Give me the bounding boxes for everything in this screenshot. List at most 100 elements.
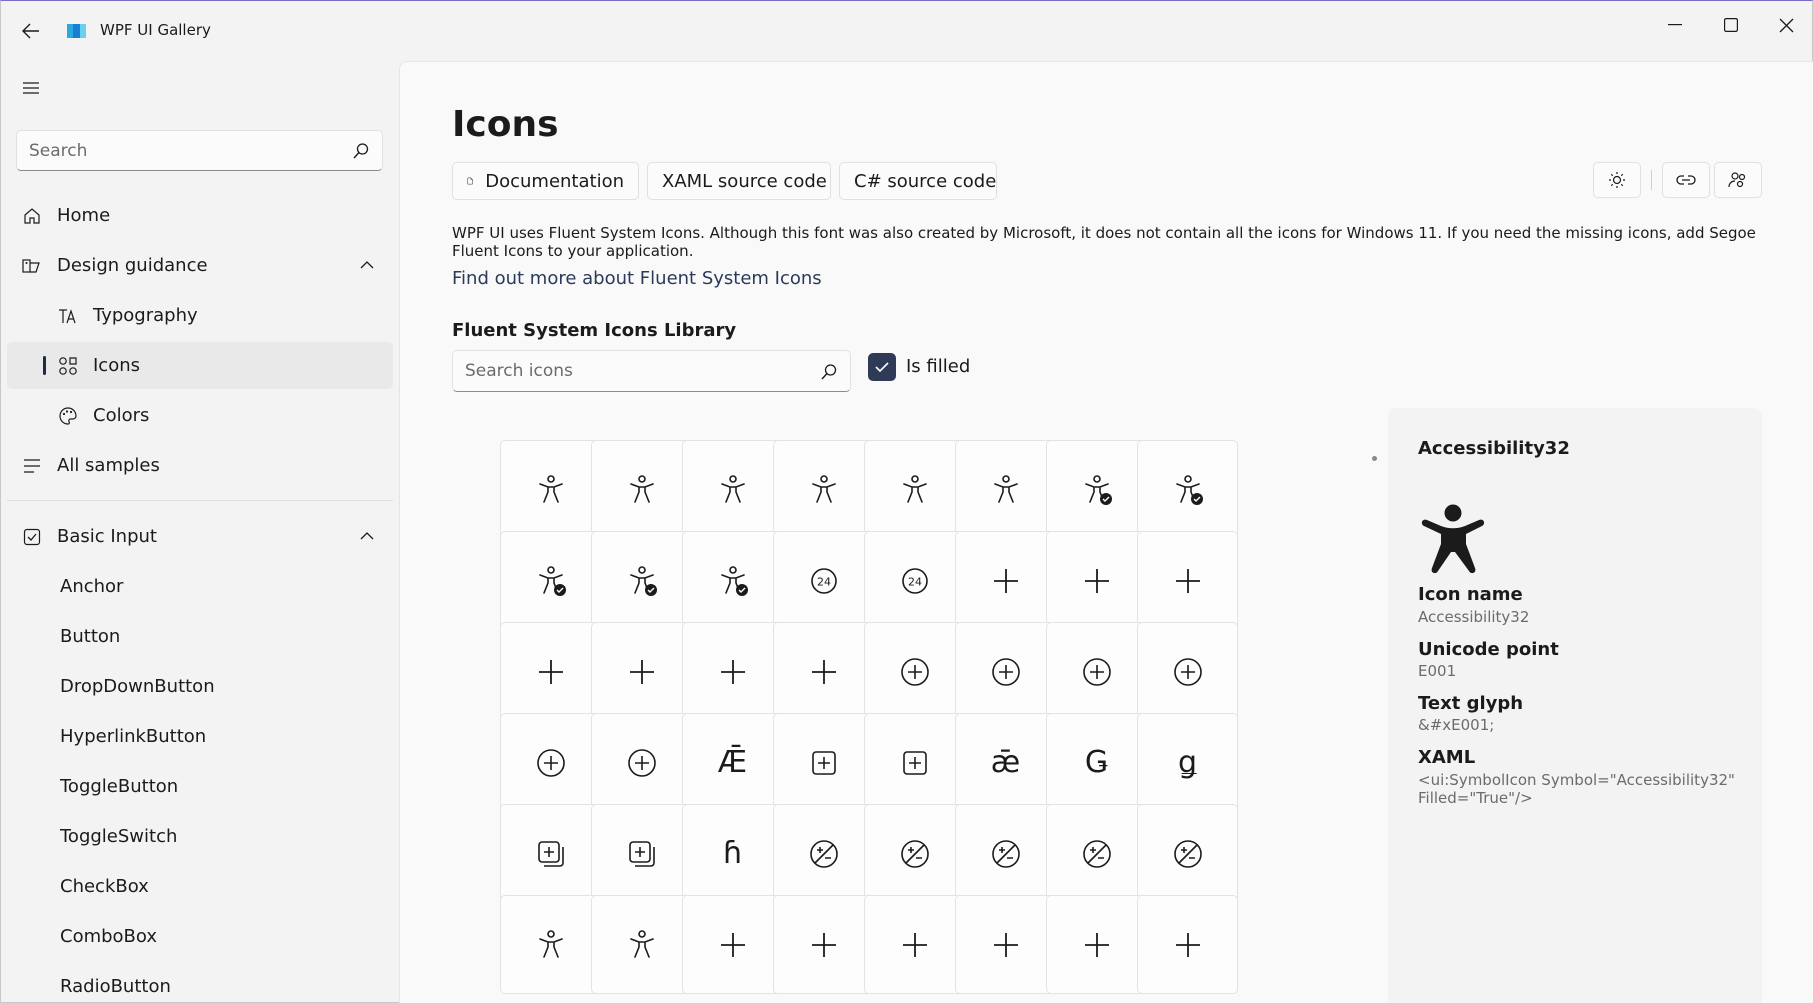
scrollbar-indicator[interactable]: [1372, 456, 1377, 461]
icon-grid-cell[interactable]: [500, 713, 601, 812]
icon-grid-cell[interactable]: [864, 804, 965, 903]
documentation-button[interactable]: Documentation: [452, 162, 639, 200]
icon-grid-cell[interactable]: [773, 622, 874, 721]
copy-link-button[interactable]: [1662, 162, 1710, 198]
icon-grid-cell[interactable]: [1137, 531, 1238, 630]
icon-grid-cell[interactable]: [1137, 895, 1238, 994]
icon-grid-cell[interactable]: [1046, 804, 1147, 903]
icon-search-box[interactable]: [452, 350, 851, 392]
icon-grid-cell[interactable]: [1046, 531, 1147, 630]
icon-grid-cell[interactable]: [1137, 622, 1238, 721]
theme-toggle-button[interactable]: [1593, 162, 1641, 198]
app-window: WPF UI Gallery Home Design guidance Typo…: [0, 0, 1813, 1003]
sidebar-item-hyperlinkbutton[interactable]: HyperlinkButton: [7, 713, 393, 760]
sidebar-item-togglebutton[interactable]: ToggleButton: [7, 763, 393, 810]
close-icon: [1779, 18, 1793, 32]
icon-grid-cell[interactable]: [500, 622, 601, 721]
feedback-button[interactable]: [1714, 162, 1762, 198]
icon-grid-cell[interactable]: ɦ: [682, 804, 783, 903]
arrow-left-icon: [22, 23, 39, 39]
icon-grid-cell[interactable]: [500, 804, 601, 903]
icon-grid-cell[interactable]: [864, 440, 965, 539]
maximize-button[interactable]: [1708, 9, 1754, 41]
sidebar-item-dropdownbutton[interactable]: DropDownButton: [7, 663, 393, 710]
hamburger-menu-button[interactable]: [19, 77, 43, 99]
sidebar-item-toggleswitch[interactable]: ToggleSwitch: [7, 813, 393, 860]
icon-grid-cell[interactable]: [955, 531, 1056, 630]
is-filled-checkbox[interactable]: [868, 353, 896, 381]
svg-text:24: 24: [817, 575, 831, 588]
sidebar-item-checkbox[interactable]: CheckBox: [7, 863, 393, 910]
sidebar-item-label: Anchor: [60, 576, 124, 597]
chevron-up-icon[interactable]: [359, 258, 375, 272]
24-hour-icon: 24: [810, 567, 837, 594]
icon-grid-cell[interactable]: [591, 895, 692, 994]
icon-grid-cell[interactable]: ǥ: [1137, 713, 1238, 812]
icon-grid-cell[interactable]: [1046, 440, 1147, 539]
chevron-up-icon[interactable]: [359, 529, 375, 543]
icon-grid-cell[interactable]: [864, 713, 965, 812]
sidebar-item-combobox[interactable]: ComboBox: [7, 913, 393, 960]
icon-grid-cell[interactable]: Ǣ: [682, 713, 783, 812]
icon-grid-cell[interactable]: [500, 531, 601, 630]
icon-grid-cell[interactable]: [682, 531, 783, 630]
csharp-source-button[interactable]: C# source code: [839, 162, 997, 200]
icon-grid-cell[interactable]: [1046, 895, 1147, 994]
search-icon[interactable]: [820, 363, 838, 381]
minimize-button[interactable]: [1652, 9, 1698, 41]
details-title: Accessibility32: [1418, 438, 1570, 459]
icon-grid-cell[interactable]: [773, 895, 874, 994]
icon-grid-cell[interactable]: [955, 440, 1056, 539]
icon-grid-cell[interactable]: [864, 895, 965, 994]
search-icon[interactable]: [352, 142, 370, 160]
accessibility-icon: [902, 474, 927, 503]
sidebar-item-colors[interactable]: Colors: [7, 392, 393, 439]
fluent-icons-link[interactable]: Find out more about Fluent System Icons: [452, 268, 822, 289]
sidebar-item-all-samples[interactable]: All samples: [7, 442, 393, 489]
icon-grid-cell[interactable]: [591, 713, 692, 812]
icon-grid-cell[interactable]: 24: [773, 531, 874, 630]
xaml-source-button[interactable]: XAML source code: [647, 162, 831, 200]
accessibility-icon: [993, 474, 1018, 503]
icon-grid-cell[interactable]: ǣ: [955, 713, 1056, 812]
sidebar-search-box[interactable]: [16, 130, 383, 171]
sidebar-item-radiobutton[interactable]: RadioButton: [7, 963, 393, 1003]
icon-grid-cell[interactable]: [773, 804, 874, 903]
icon-grid-cell[interactable]: [1137, 804, 1238, 903]
icon-grid-cell[interactable]: [955, 622, 1056, 721]
icon-search-input[interactable]: [465, 359, 795, 383]
sidebar-item-design-guidance[interactable]: Design guidance: [7, 242, 393, 289]
icon-grid-cell[interactable]: [591, 440, 692, 539]
icon-grid-cell[interactable]: [955, 804, 1056, 903]
sidebar-item-typography[interactable]: Typography: [7, 292, 393, 339]
icon-grid-cell[interactable]: Ǥ: [1046, 713, 1147, 812]
sidebar-search-input[interactable]: [29, 139, 329, 163]
icon-grid-cell[interactable]: [773, 713, 874, 812]
sidebar-item-icons[interactable]: Icons: [7, 342, 393, 389]
icon-grid-cell[interactable]: [955, 895, 1056, 994]
sidebar-item-home[interactable]: Home: [7, 192, 393, 239]
icon-grid-cell[interactable]: [1046, 622, 1147, 721]
icon-grid-cell[interactable]: [500, 440, 601, 539]
icon-grid-cell[interactable]: [591, 622, 692, 721]
sidebar-item-label: CheckBox: [60, 876, 149, 897]
maximize-icon: [1724, 18, 1738, 32]
close-button[interactable]: [1763, 9, 1809, 41]
back-button[interactable]: [19, 19, 43, 43]
icon-grid-cell[interactable]: [682, 440, 783, 539]
accessibility-icon: [538, 929, 563, 958]
icon-grid-cell[interactable]: [500, 895, 601, 994]
icon-grid-cell[interactable]: [773, 440, 874, 539]
icon-grid-cell[interactable]: [1137, 440, 1238, 539]
icon-grid-cell[interactable]: 24: [864, 531, 965, 630]
sidebar-item-basic-input[interactable]: Basic Input: [7, 513, 393, 560]
icon-grid: 24 24 Ǣǣ Ǥǥ ɦ: [500, 440, 1340, 1003]
icon-grid-cell[interactable]: [682, 622, 783, 721]
icon-grid-cell[interactable]: [591, 531, 692, 630]
add-icon: [993, 568, 1018, 593]
sidebar-item-anchor[interactable]: Anchor: [7, 563, 393, 610]
sidebar-item-button[interactable]: Button: [7, 613, 393, 660]
icon-grid-cell[interactable]: [591, 804, 692, 903]
icon-grid-cell[interactable]: [864, 622, 965, 721]
icon-grid-cell[interactable]: [682, 895, 783, 994]
